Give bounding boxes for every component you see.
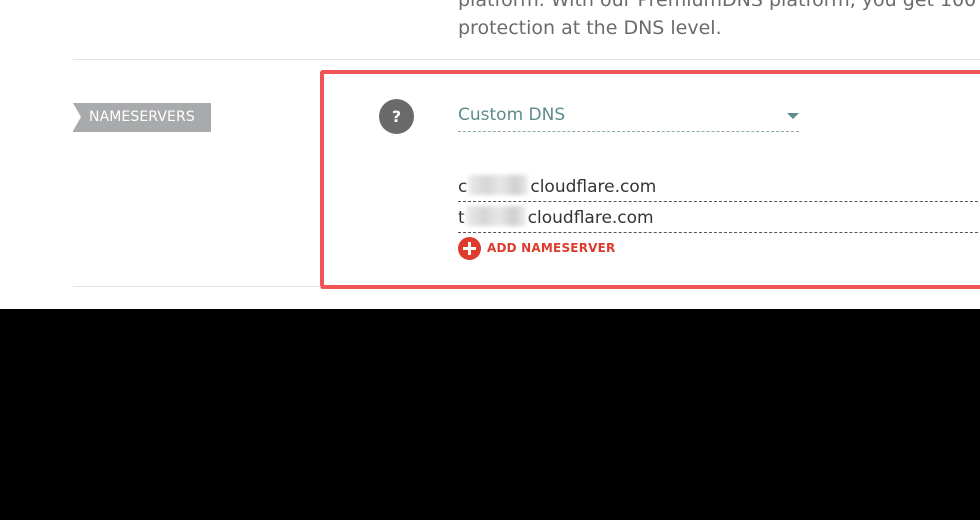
description-line-1: platform. With our PremiumDNS platform, … [458, 0, 977, 11]
description-line-2: protection at the DNS level. [458, 17, 722, 39]
highlight-annotation-box [320, 70, 980, 289]
nameservers-section-label: NAMESERVERS [73, 103, 211, 132]
premium-dns-description: platform. With our PremiumDNS platform, … [458, 0, 980, 42]
section-divider-top [73, 59, 980, 60]
section-divider-bottom [73, 286, 321, 287]
domain-settings-panel: platform. With our PremiumDNS platform, … [0, 0, 980, 309]
